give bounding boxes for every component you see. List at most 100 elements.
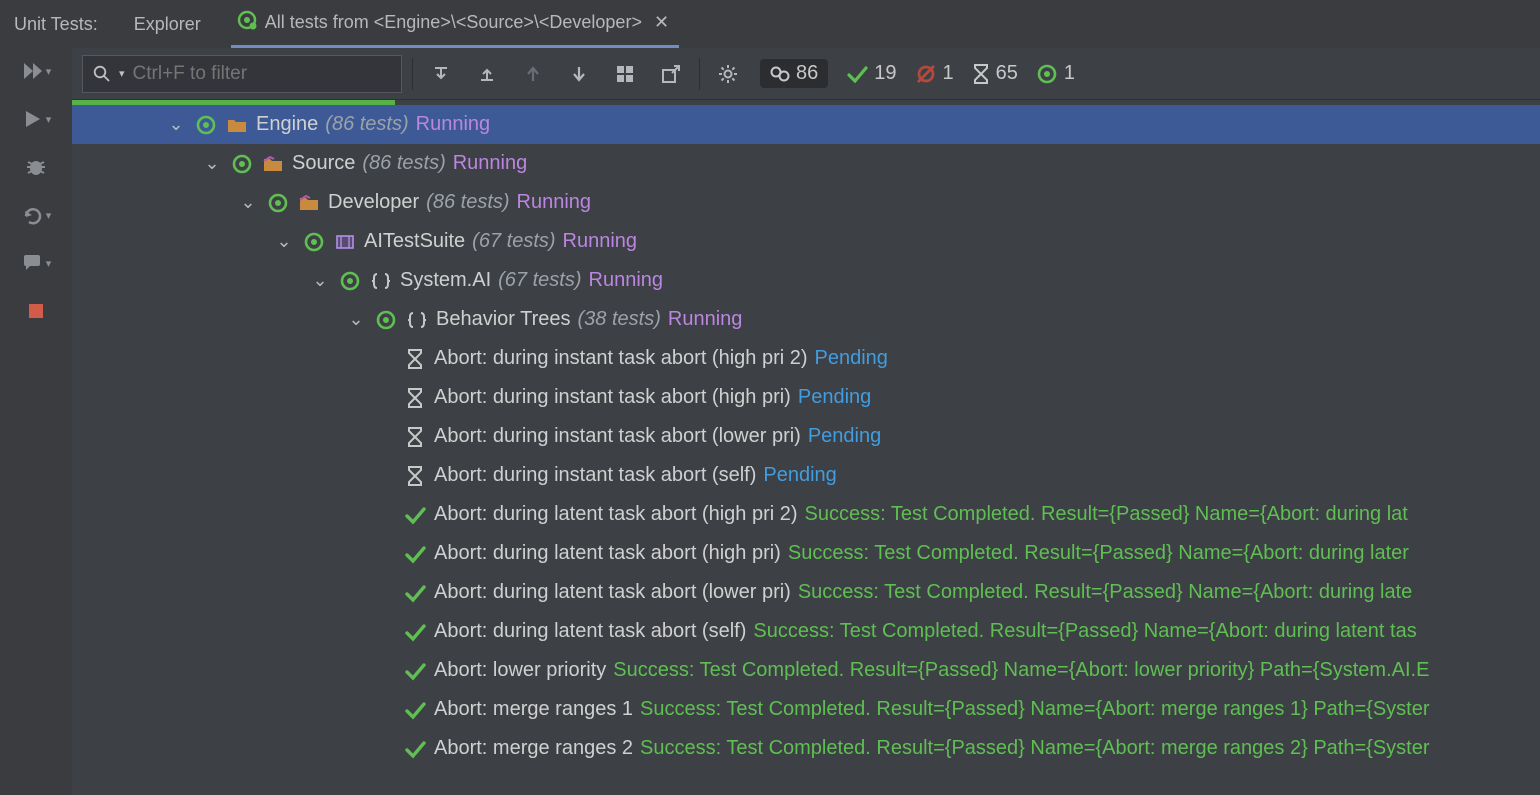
check-icon: [403, 738, 427, 760]
panel-title: Unit Tests:: [8, 14, 104, 35]
tree-row[interactable]: ⌄Source (86 tests) Running: [72, 144, 1540, 183]
folder-icon: [225, 114, 249, 136]
results-toolbar: ▾: [72, 48, 1540, 100]
hourglass-icon: [403, 348, 427, 370]
test-status: Success: Test Completed. Result={Passed}…: [613, 659, 1429, 682]
tab-all-tests[interactable]: All tests from <Engine>\<Source>\<Develo…: [231, 0, 679, 48]
tree-row[interactable]: Abort: during instant task abort (high p…: [72, 378, 1540, 417]
test-name: Abort: during instant task abort (self): [434, 464, 756, 487]
running-icon: [266, 192, 290, 214]
tree-row[interactable]: Abort: merge ranges 2 Success: Test Comp…: [72, 729, 1540, 768]
hourglass-icon: [972, 63, 990, 85]
test-name: Abort: during latent task abort (lower p…: [434, 581, 791, 604]
test-name: Developer: [328, 191, 419, 214]
test-status: Pending: [815, 347, 888, 370]
namespace-icon: [369, 270, 393, 292]
tab-label: All tests from <Engine>\<Source>\<Develo…: [265, 12, 642, 33]
test-name: Abort: during latent task abort (high pr…: [434, 542, 781, 565]
tree-row[interactable]: ⌄AITestSuite (67 tests) Running: [72, 222, 1540, 261]
content: ▾: [72, 48, 1540, 795]
export-button[interactable]: [653, 56, 689, 92]
test-status: Running: [563, 230, 638, 253]
comment-button[interactable]: ▾: [12, 248, 60, 278]
running-icon: [1036, 63, 1058, 85]
test-count: (86 tests): [362, 152, 445, 175]
tree-row[interactable]: Abort: during instant task abort (self) …: [72, 456, 1540, 495]
run-fast-button[interactable]: ▾: [12, 56, 60, 86]
next-button[interactable]: [561, 56, 597, 92]
test-tree[interactable]: ⌄Engine (86 tests) Running⌄Source (86 te…: [72, 105, 1540, 795]
counter-failed[interactable]: 1: [915, 62, 954, 85]
test-status: Success: Test Completed. Result={Passed}…: [640, 698, 1430, 721]
test-count: (38 tests): [578, 308, 661, 331]
test-count: (67 tests): [498, 269, 581, 292]
run-button[interactable]: ▾: [12, 104, 60, 134]
tree-row[interactable]: Abort: during latent task abort (high pr…: [72, 534, 1540, 573]
search-input-wrap[interactable]: ▾: [82, 55, 402, 93]
running-icon: [302, 231, 326, 253]
check-icon: [403, 699, 427, 721]
expand-all-button[interactable]: [423, 56, 459, 92]
search-dropdown-icon[interactable]: ▾: [119, 67, 125, 80]
settings-button[interactable]: [710, 56, 746, 92]
tree-row[interactable]: ⌄System.AI (67 tests) Running: [72, 261, 1540, 300]
running-icon: [338, 270, 362, 292]
test-status: Success: Test Completed. Result={Passed}…: [798, 581, 1412, 604]
chevron-down-icon[interactable]: ⌄: [201, 153, 223, 174]
counter-pending[interactable]: 65: [972, 62, 1018, 85]
test-status: Running: [589, 269, 664, 292]
close-icon[interactable]: ✕: [650, 12, 673, 33]
tree-row[interactable]: Abort: during instant task abort (high p…: [72, 339, 1540, 378]
debug-button[interactable]: [12, 152, 60, 182]
check-icon: [403, 582, 427, 604]
chevron-down-icon[interactable]: ⌄: [237, 192, 259, 213]
tests-icon: [770, 64, 790, 84]
test-name: Abort: merge ranges 2: [434, 737, 633, 760]
test-status: Pending: [808, 425, 881, 448]
tree-row[interactable]: Abort: during instant task abort (lower …: [72, 417, 1540, 456]
running-icon: [230, 153, 254, 175]
rerun-button[interactable]: ▾: [12, 200, 60, 230]
tree-row[interactable]: Abort: during latent task abort (lower p…: [72, 573, 1540, 612]
progress-fill: [72, 100, 395, 105]
group-by-button[interactable]: [607, 56, 643, 92]
chevron-down-icon[interactable]: ⌄: [309, 270, 331, 291]
progress-bar: [72, 100, 1540, 105]
counter-total[interactable]: 86: [760, 59, 828, 88]
stop-button[interactable]: [12, 296, 60, 326]
tree-row[interactable]: Abort: during latent task abort (self) S…: [72, 612, 1540, 651]
tree-row[interactable]: ⌄Behavior Trees (38 tests) Running: [72, 300, 1540, 339]
counter-value: 86: [796, 62, 818, 85]
chevron-down-icon[interactable]: ⌄: [165, 114, 187, 135]
test-session-icon: [237, 10, 257, 35]
counter-bar: 86 19 1: [760, 59, 1075, 88]
test-name: Abort: during instant task abort (high p…: [434, 386, 791, 409]
test-status: Running: [517, 191, 592, 214]
test-name: Abort: lower priority: [434, 659, 606, 682]
test-status: Success: Test Completed. Result={Passed}…: [788, 542, 1409, 565]
tree-row[interactable]: Abort: merge ranges 1 Success: Test Comp…: [72, 690, 1540, 729]
chevron-down-icon[interactable]: ⌄: [345, 309, 367, 330]
tree-row[interactable]: Abort: lower priority Success: Test Comp…: [72, 651, 1540, 690]
tree-row[interactable]: ⌄Engine (86 tests) Running: [72, 105, 1540, 144]
main: ▾ ▾ ▾: [0, 48, 1540, 795]
counter-running[interactable]: 1: [1036, 62, 1075, 85]
counter-passed[interactable]: 19: [846, 62, 896, 85]
tree-row[interactable]: ⌄Developer (86 tests) Running: [72, 183, 1540, 222]
prev-button[interactable]: [515, 56, 551, 92]
counter-value: 1: [943, 62, 954, 85]
running-icon: [194, 114, 218, 136]
tab-explorer[interactable]: Explorer: [128, 0, 207, 48]
search-input[interactable]: [133, 63, 391, 85]
test-name: Behavior Trees: [436, 308, 571, 331]
test-name: Abort: during instant task abort (high p…: [434, 347, 808, 370]
tree-row[interactable]: Abort: during latent task abort (high pr…: [72, 495, 1540, 534]
test-status: Success: Test Completed. Result={Passed}…: [753, 620, 1416, 643]
hourglass-icon: [403, 465, 427, 487]
fail-icon: [915, 63, 937, 85]
collapse-all-button[interactable]: [469, 56, 505, 92]
namespace-icon: [405, 309, 429, 331]
chevron-down-icon[interactable]: ⌄: [273, 231, 295, 252]
test-name: Abort: during latent task abort (self): [434, 620, 746, 643]
hourglass-icon: [403, 387, 427, 409]
